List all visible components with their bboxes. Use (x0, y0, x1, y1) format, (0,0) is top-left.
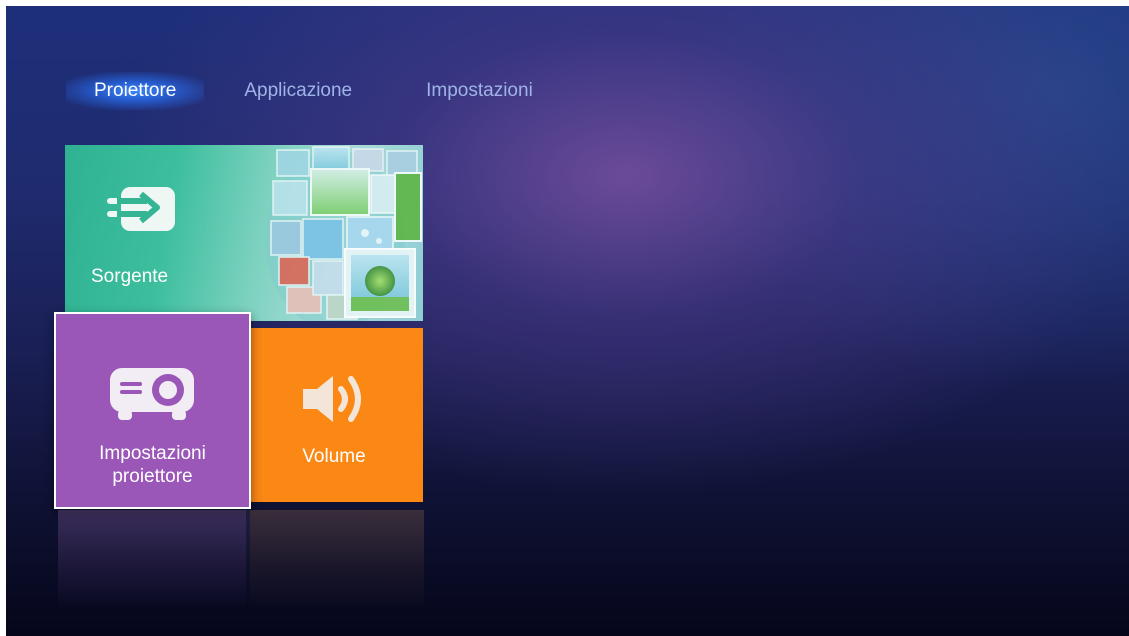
tile-impostazioni-proiettore[interactable]: Impostazioni proiettore (54, 312, 251, 509)
projector-icon (110, 368, 194, 420)
tile-volume-label: Volume (302, 446, 366, 467)
tile-sorgente[interactable]: Sorgente (65, 145, 423, 321)
tile-sorgente-label: Sorgente (91, 266, 169, 287)
tiles-reflection (58, 510, 424, 610)
tab-impostazioni[interactable]: Impostazioni (398, 72, 561, 110)
tile-impostazioni-proiettore-label: Impostazioni proiettore (56, 442, 249, 488)
speaker-icon (303, 376, 361, 422)
label-line-1: Impostazioni (99, 443, 206, 464)
tab-proiettore[interactable]: Proiettore (66, 72, 205, 110)
source-input-icon (107, 187, 175, 231)
projector-home-screen: Proiettore Applicazione Impostazioni Sor… (6, 6, 1129, 636)
top-navigation-tabs: Proiettore Applicazione Impostazioni (66, 72, 579, 110)
tile-volume[interactable]: Volume (245, 328, 423, 502)
label-line-2: proiettore (112, 466, 193, 487)
reflection-volume (250, 510, 424, 610)
reflection-projector (58, 510, 246, 610)
tab-applicazione[interactable]: Applicazione (216, 72, 380, 110)
